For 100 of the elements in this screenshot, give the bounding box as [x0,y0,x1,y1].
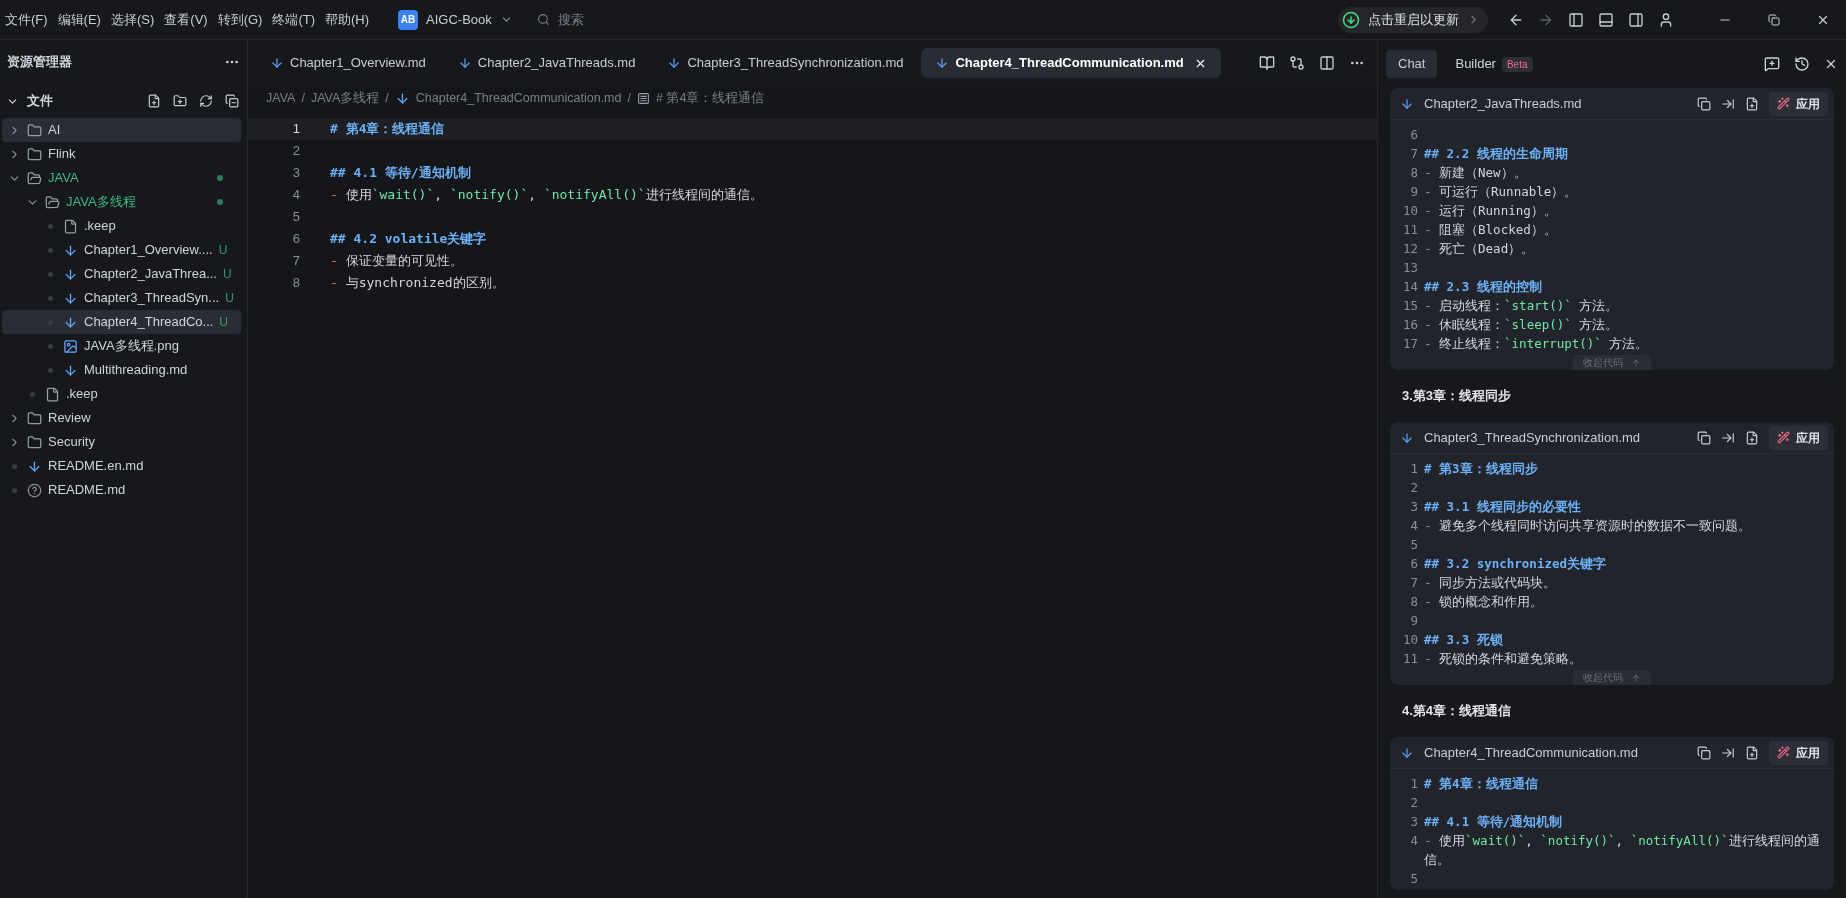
sidebar-toggle-icon[interactable] [1568,11,1584,28]
tree-item-label: Review [48,409,92,428]
breadcrumb-item[interactable]: # 第4章：线程通信 [655,88,765,108]
code-line: - 死锁的条件和避免策略。 [1424,651,1583,666]
line-number: 3 [1409,813,1419,831]
up-arrow-icon [1631,357,1641,368]
account-icon[interactable] [1658,11,1674,28]
menu-item[interactable]: 选择(S) [105,9,160,30]
apply-button[interactable]: 应用 [1769,91,1828,116]
breadcrumb-item[interactable]: JAVA多线程 [310,88,380,108]
status-label: U [218,242,228,259]
editor-tab[interactable]: Chapter1_Overview.md [256,48,440,78]
preview-icon[interactable] [1259,55,1275,71]
menu-item[interactable]: 转到(G) [212,9,268,30]
new-file-icon[interactable] [1745,430,1759,445]
menu-item[interactable]: 终端(T) [267,9,321,30]
apply-button[interactable]: 应用 [1769,740,1828,765]
down-arrow-icon [63,362,78,378]
editor-tab[interactable]: Chapter3_ThreadSynchronization.md [653,48,918,78]
new-folder-icon[interactable] [173,94,187,108]
breadcrumb-item[interactable]: Chapter4_ThreadCommunication.md [415,88,622,108]
folder-icon [27,434,42,450]
split-editor-icon[interactable] [1319,55,1335,71]
search-field[interactable]: 搜索 [557,9,798,30]
tree-item[interactable]: README.md [2,478,241,502]
line-number: 7 [291,252,301,271]
download-icon [1342,10,1360,29]
insert-icon[interactable] [1721,745,1735,760]
project-name[interactable]: AIGC-Book [426,9,492,30]
tree-item[interactable]: .keep [2,382,241,406]
new-chat-icon[interactable] [1764,56,1780,72]
line-number: 7 [1409,145,1419,163]
card-filename: Chapter2_JavaThreads.md [1424,94,1583,113]
insert-icon[interactable] [1721,96,1735,111]
tree-item[interactable]: JAVA多线程 [2,190,241,214]
down-arrow-icon [63,266,78,282]
restore-icon[interactable] [1768,13,1780,26]
wand-icon [1777,431,1790,444]
file-icon [45,386,60,402]
section-title[interactable]: 文件 [27,91,139,111]
breadcrumb-item[interactable]: JAVA [266,88,296,108]
tree-item[interactable]: README.en.md [2,454,241,478]
code-line: - 终止线程：`interrupt()` 方法。 [1424,336,1649,351]
image-icon [63,338,78,354]
copy-icon[interactable] [1697,96,1711,111]
line-number: 8 [1409,164,1419,182]
menu-item[interactable]: 编辑(E) [52,9,106,30]
collapse-all-icon[interactable] [225,94,239,108]
status-label: U [219,314,229,331]
tree-item[interactable]: Review [2,406,241,430]
refresh-icon[interactable] [199,94,213,108]
tree-item-label: AI [48,121,62,140]
insert-icon[interactable] [1721,430,1735,445]
line-number: 3 [1409,498,1419,516]
tree-item[interactable]: Flink [2,142,241,166]
breadcrumb-separator: / [301,89,305,107]
section-heading: 4.第4章：线程通信 [1401,702,1513,721]
wand-icon [1777,97,1790,110]
tree-item[interactable]: .keep [2,214,241,238]
apply-button[interactable]: 应用 [1769,425,1828,450]
panel-tab[interactable]: Chat [1386,50,1438,78]
folder-icon [27,122,42,138]
tree-item[interactable]: JAVA [2,166,241,190]
line-number: 4 [1409,517,1419,535]
menu-item[interactable]: 文件(F) [0,9,53,30]
tree-item[interactable]: Multithreading.md [2,358,241,382]
symbol-icon [636,91,650,105]
tree-item[interactable]: Chapter4_ThreadCo... U [2,310,241,334]
panel-tab[interactable]: Builder Beta [1443,50,1545,78]
folder-icon [45,194,60,210]
code-line: ## 3.1 线程同步的必要性 [1424,499,1581,514]
editor-tab[interactable]: Chapter2_JavaThreads.md [443,48,650,78]
tree-item[interactable]: Chapter1_Overview.... U [2,238,241,262]
tree-item-label: Flink [48,145,77,164]
close-icon[interactable] [1824,57,1838,71]
new-file-icon[interactable] [1745,96,1759,111]
copy-icon[interactable] [1697,430,1711,445]
panel-toggle-icon[interactable] [1598,11,1614,28]
copy-icon[interactable] [1697,745,1711,760]
line-number: 14 [1401,278,1419,296]
code-line: - 可运行（Runnable）。 [1424,184,1578,199]
tree-item[interactable]: AI [2,118,241,142]
tree-item[interactable]: JAVA多线程.png [2,334,241,358]
menu-item[interactable]: 帮助(H) [320,9,375,30]
new-file-icon[interactable] [1745,745,1759,760]
tree-item[interactable]: Security [2,430,241,454]
update-button[interactable]: 点击重启以更新 [1338,6,1488,33]
new-file-icon[interactable] [147,94,161,108]
history-icon[interactable] [1794,56,1810,72]
search-icon[interactable] [536,13,550,26]
tree-item-label: Chapter3_ThreadSyn... [84,289,220,308]
secondary-sidebar-icon[interactable] [1628,11,1644,28]
card-filename: Chapter3_ThreadSynchronization.md [1424,428,1642,447]
compare-icon[interactable] [1289,55,1305,71]
tree-item[interactable]: Chapter3_ThreadSyn... U [2,286,241,310]
tree-item[interactable]: Chapter2_JavaThrea... U [2,262,241,286]
down-arrow-icon [63,314,78,330]
menu-item[interactable]: 查看(V) [159,9,213,30]
editor-tab[interactable]: Chapter4_ThreadCommunication.md [921,48,1221,78]
tree-item-label: .keep [66,385,99,404]
